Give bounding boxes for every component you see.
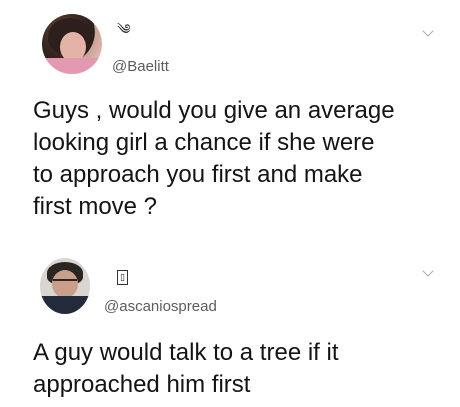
avatar-body [40, 296, 90, 314]
tweet-text-line: Guys , would you give an average [33, 97, 395, 124]
avatar-glasses [53, 279, 77, 287]
tweet-text-line: approached him first [33, 371, 251, 398]
avatar-shirt [42, 58, 102, 74]
tweet-text: Guys , would you give an average looking… [33, 95, 443, 223]
avatar[interactable] [42, 14, 102, 74]
tweet-text-line: A guy would talk to a tree if it [33, 339, 339, 366]
avatar[interactable] [40, 258, 90, 314]
display-name-glyph[interactable]: ▯ [117, 270, 128, 285]
tweet-text-line: looking girl a chance if she were [33, 129, 375, 156]
user-handle[interactable]: @ascaniospread [104, 299, 217, 314]
display-name-glyph[interactable]: ༄ [117, 22, 130, 36]
tweet-text-line: to approach you first and make [33, 161, 363, 188]
tweet-text: A guy would talk to a tree if it approac… [33, 337, 443, 401]
user-handle[interactable]: @Baelitt [112, 59, 169, 74]
tweet-text-line: first move ? [33, 193, 158, 220]
